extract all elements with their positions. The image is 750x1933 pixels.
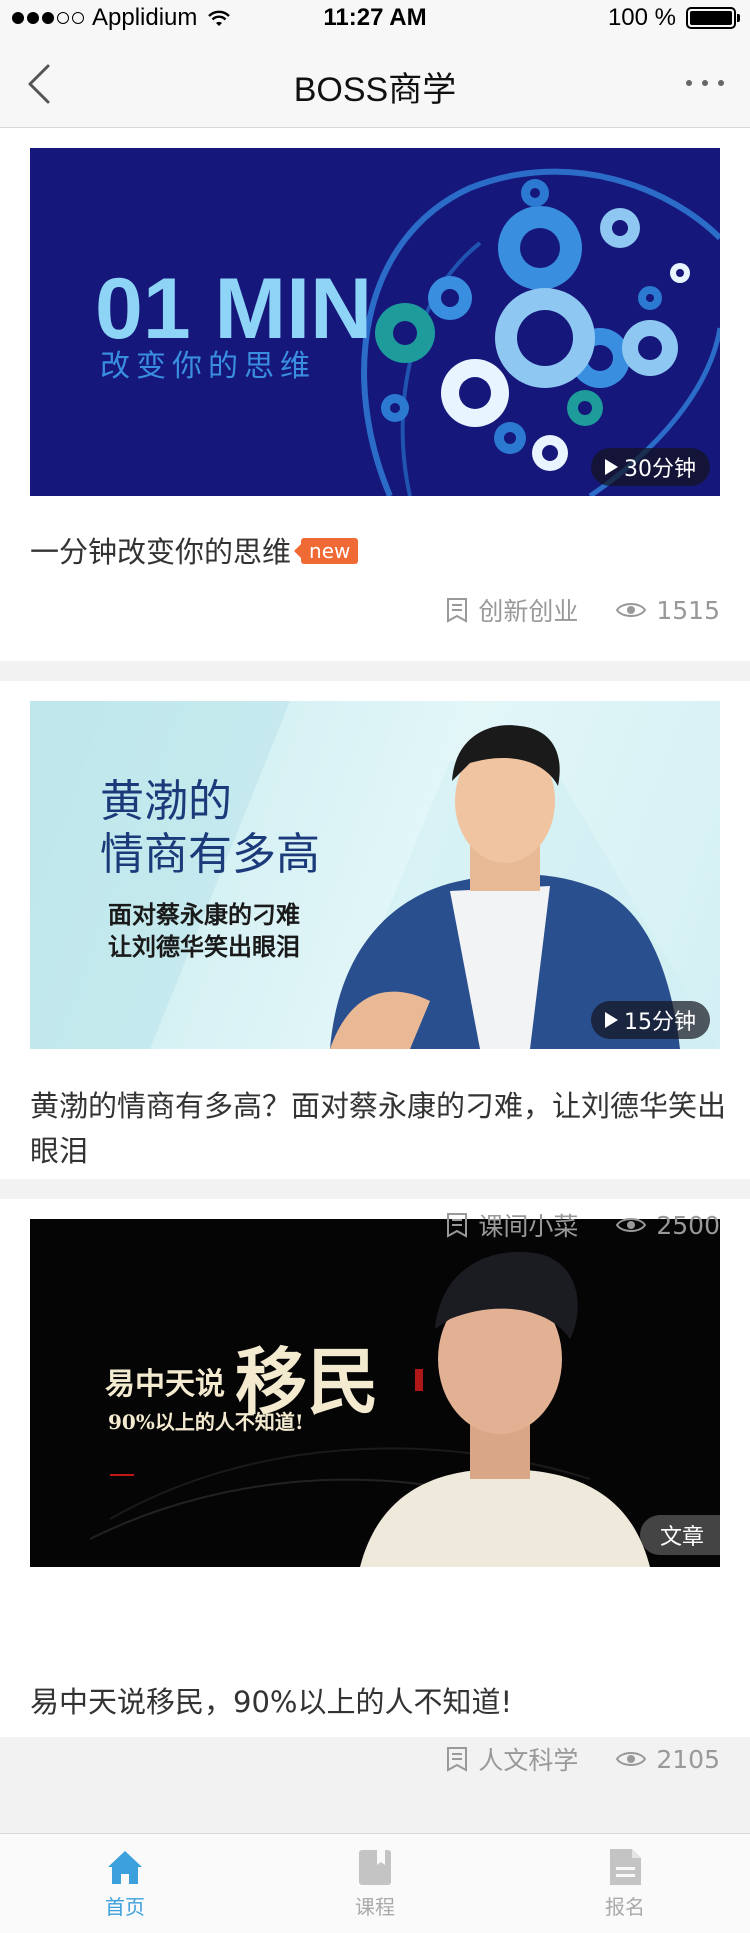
course-thumbnail[interactable]: 01 MIN 改变你的思维 30分钟 — [30, 148, 720, 496]
tab-courses[interactable]: 课程 — [250, 1834, 500, 1933]
view-count: 2500 — [616, 1211, 720, 1240]
course-card[interactable]: 易中天说 移民 90%以上的人不知道! 文章 — [0, 1199, 750, 1737]
view-count-value: 2105 — [656, 1744, 720, 1774]
battery-icon — [686, 7, 740, 29]
more-dots-icon[interactable] — [686, 80, 724, 86]
category-icon — [447, 1213, 468, 1238]
course-card[interactable]: 黄渤的 情商有多高 面对蔡永康的刁难 让刘德华笑出眼泪 15分钟 黄渤的情商有多… — [0, 681, 750, 1179]
course-thumbnail[interactable]: 黄渤的 情商有多高 面对蔡永康的刁难 让刘德华笑出眼泪 15分钟 — [30, 701, 720, 1049]
duration-badge: 30分钟 — [591, 448, 710, 486]
thumbnail-headline-small: 易中天说 — [105, 1367, 225, 1402]
thumbnail-sub-2: 让刘德华笑出眼泪 — [108, 933, 300, 961]
eye-icon — [616, 1218, 647, 1232]
article-badge: 文章 — [639, 1515, 720, 1555]
view-count: 2105 — [616, 1745, 720, 1774]
category: 人文科学 — [446, 1741, 578, 1777]
view-count-value: 1515 — [656, 595, 720, 625]
thumbnail-headline: 01 MIN — [95, 261, 372, 357]
eye-icon — [616, 603, 647, 617]
play-icon — [605, 1012, 618, 1028]
home-icon — [108, 1851, 142, 1884]
duration-label: 30分钟 — [624, 457, 696, 482]
category-icon — [447, 598, 468, 623]
thumbnail-sub: 90%以上的人不知道! — [108, 1410, 304, 1434]
course-title[interactable]: 一分钟改变你的思维 new — [30, 530, 730, 575]
view-count: 1515 — [616, 596, 720, 625]
category-icon — [447, 1747, 468, 1772]
course-card[interactable]: 01 MIN 改变你的思维 30分钟 一分钟改变你的思维 new 创新创业 151… — [0, 128, 750, 661]
course-title[interactable]: 易中天说移民，90%以上的人不知道! — [30, 1680, 730, 1725]
tab-bar: 首页 课程 报名 — [0, 1833, 750, 1933]
tab-label: 课程 — [355, 1895, 395, 1919]
course-meta: 创新创业 1515 — [446, 592, 720, 628]
category: 课间小菜 — [446, 1207, 578, 1243]
view-count-value: 2500 — [656, 1210, 720, 1240]
course-meta: 课间小菜 2500 — [446, 1207, 720, 1243]
category-label: 人文科学 — [478, 1746, 579, 1775]
bookmark-book-icon — [359, 1850, 391, 1885]
category-label: 课间小菜 — [478, 1212, 579, 1241]
course-title[interactable]: 黄渤的情商有多高？面对蔡永康的刁难，让刘德华笑出眼泪 — [30, 1084, 730, 1174]
new-tag: new — [293, 538, 359, 564]
duration-badge: 15分钟 — [591, 1001, 710, 1039]
page-title: BOSS商学 — [293, 71, 457, 109]
tab-label: 报名 — [605, 1895, 645, 1919]
duration-label: 15分钟 — [624, 1010, 696, 1035]
portrait-illustration: 易中天说 移民 90%以上的人不知道! — [89, 1251, 650, 1567]
thumbnail-headline-2: 情商有多高 — [100, 829, 320, 880]
battery-info: 100 % — [607, 4, 740, 32]
thumbnail-headline-1: 黄渤的 — [100, 776, 232, 827]
play-icon — [605, 459, 618, 475]
gears-illustration: 01 MIN 改变你的思维 — [95, 168, 720, 496]
course-title-text: 一分钟改变你的思维 — [30, 535, 292, 569]
tab-label: 首页 — [105, 1895, 145, 1919]
thumbnail-sub-1: 面对蔡永康的刁难 — [108, 901, 300, 929]
tab-signup[interactable]: 报名 — [500, 1834, 750, 1933]
eye-icon — [616, 1752, 647, 1766]
course-thumbnail[interactable]: 易中天说 移民 90%以上的人不知道! 文章 — [30, 1219, 720, 1567]
tab-home[interactable]: 首页 — [0, 1834, 250, 1933]
status-bar: Applidium 11:27 AM 100 % — [0, 0, 750, 40]
category-label: 创新创业 — [478, 597, 579, 626]
document-icon — [610, 1849, 641, 1885]
category: 创新创业 — [446, 592, 578, 628]
thumbnail-subline: 改变你的思维 — [100, 349, 316, 384]
battery-percent: 100 % — [607, 4, 676, 31]
navigation-bar: BOSS商学 — [0, 40, 750, 128]
portrait-illustration: 黄渤的 情商有多高 面对蔡永康的刁难 让刘德华笑出眼泪 — [30, 701, 720, 1049]
course-meta: 人文科学 2105 — [446, 1741, 720, 1777]
